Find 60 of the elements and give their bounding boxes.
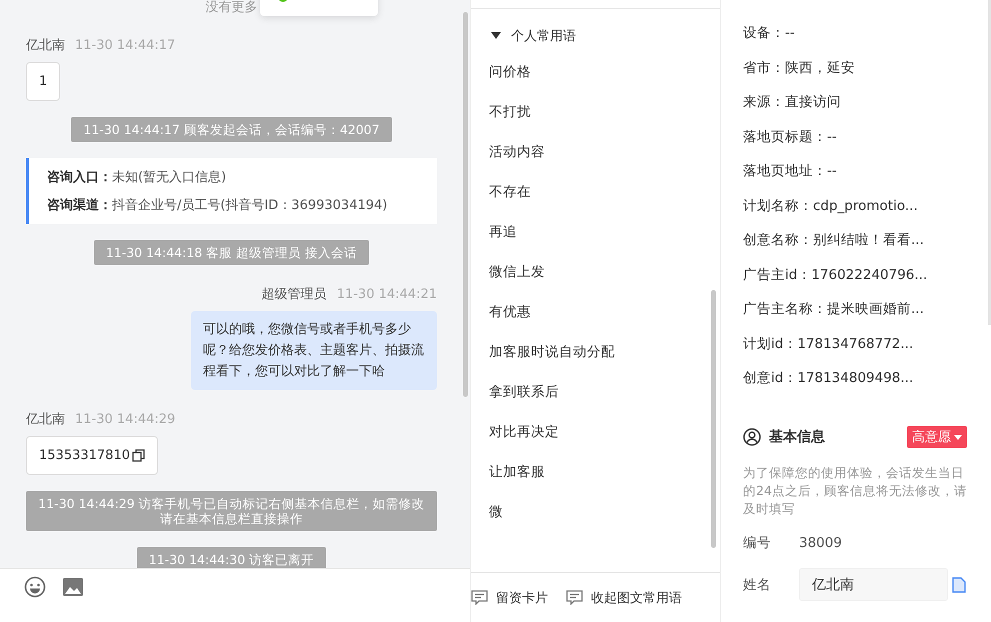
message-bubble: 1 xyxy=(26,62,60,101)
message-time: 11-30 14:44:29 xyxy=(75,412,176,426)
scrollbar[interactable] xyxy=(463,12,468,397)
source-info-row-text: 计划名称：cdp_promotio... xyxy=(743,196,919,216)
phrase-item[interactable]: 微 xyxy=(489,503,720,522)
caret-icon xyxy=(491,32,501,40)
notice-text: 为了保障您的使用体验，会话发生当日的24点之后，顾客信息将无法修改，请及时填写 xyxy=(743,464,968,518)
phrase-item[interactable]: 拿到联系后 xyxy=(489,383,720,402)
source-info-row-text: 省市：陕西，延安 xyxy=(743,58,856,78)
system-message: 11-30 14:44:30 访客已离开 xyxy=(136,547,326,568)
source-info-row-text: 广告主id：176022240796... xyxy=(743,266,928,284)
field-value: 38009 xyxy=(799,535,842,551)
phrase-item[interactable]: 再追 xyxy=(489,223,720,242)
message-icon xyxy=(566,590,583,605)
source-info-row-text: 来源：直接访问 xyxy=(743,93,842,112)
source-info-row-text: 落地页地址：-- xyxy=(743,162,838,181)
source-info-row-text: 创意名称：别纠结啦！看看... xyxy=(743,231,925,250)
field-label: 姓名 xyxy=(743,576,772,594)
info-row-text: 咨询渠道：抖音企业号/员工号(抖音号ID：36993034194) xyxy=(47,196,388,214)
copy-icon[interactable] xyxy=(132,449,145,462)
phrase-item[interactable]: 不存在 xyxy=(489,183,720,202)
message-time: 11-30 14:44:17 xyxy=(75,38,176,52)
source-info-row-text: 广告主名称：提米映画婚前... xyxy=(743,300,925,319)
message-bubble: 15353317810 xyxy=(26,436,158,475)
phrase-item[interactable]: 不打扰 xyxy=(489,103,720,122)
field-label: 编号 xyxy=(743,534,772,552)
sender-name: 超级管理员 xyxy=(262,286,327,303)
scrollbar[interactable] xyxy=(711,290,716,548)
source-info-row-text: 落地页标题：-- xyxy=(743,128,838,146)
action-button[interactable]: 收起图文常用语 xyxy=(566,588,682,606)
intent-dropdown[interactable]: 高意愿 xyxy=(907,426,967,448)
name-input[interactable]: 亿北南 xyxy=(799,568,948,601)
system-message: 11-30 14:44:17 顾客发起会话，会话编号：42007 xyxy=(71,117,392,142)
sender-name: 亿北南 xyxy=(26,411,65,428)
action-button[interactable]: 留资卡片 xyxy=(471,588,548,606)
phrase-item[interactable]: 加客服时说自动分配 xyxy=(489,343,720,362)
message-icon xyxy=(471,590,488,605)
source-info-row-text: 设备：-- xyxy=(743,24,796,43)
no-more-text: 没有更多 xyxy=(206,0,258,16)
source-info-row-text: 计划id：178134768772... xyxy=(743,334,914,354)
caret-icon xyxy=(954,434,962,440)
user-icon xyxy=(743,428,761,446)
phrase-item[interactable]: 微信上发 xyxy=(489,263,720,282)
phrase-item[interactable]: 对比再决定 xyxy=(489,423,720,442)
phrase-item[interactable]: 让加客服 xyxy=(489,463,720,482)
source-info-row-text: 创意id：178134809498... xyxy=(743,369,914,388)
info-row-text: 咨询入口：未知(暂无入口信息) xyxy=(47,168,228,186)
image-icon[interactable] xyxy=(62,576,84,598)
phrase-item[interactable]: 活动内容 xyxy=(489,143,720,162)
system-message: 11-30 14:44:29 访客手机号已自动标记右侧基本信息栏，如需修改请在基本信息栏直接操作 xyxy=(26,491,437,531)
message-bubble: 可以的哦，您微信号或者手机号多少呢？给您发价格表、主题客片、拍摄流程看下，您可以对比了解一下哈 xyxy=(191,311,437,390)
phrase-item[interactable]: 问价格 xyxy=(489,63,720,82)
emoji-icon[interactable] xyxy=(24,576,46,598)
section-title: 基本信息 xyxy=(769,428,826,446)
sender-name: 亿北南 xyxy=(26,37,65,54)
phrase-group-header[interactable]: 个人常用语 xyxy=(471,9,720,45)
document-icon[interactable] xyxy=(952,576,966,592)
message-time: 11-30 14:44:21 xyxy=(336,286,437,302)
phrase-item[interactable]: 有优惠 xyxy=(489,303,720,322)
system-message: 11-30 14:44:18 客服 超级管理员 接入会话 xyxy=(94,240,370,265)
